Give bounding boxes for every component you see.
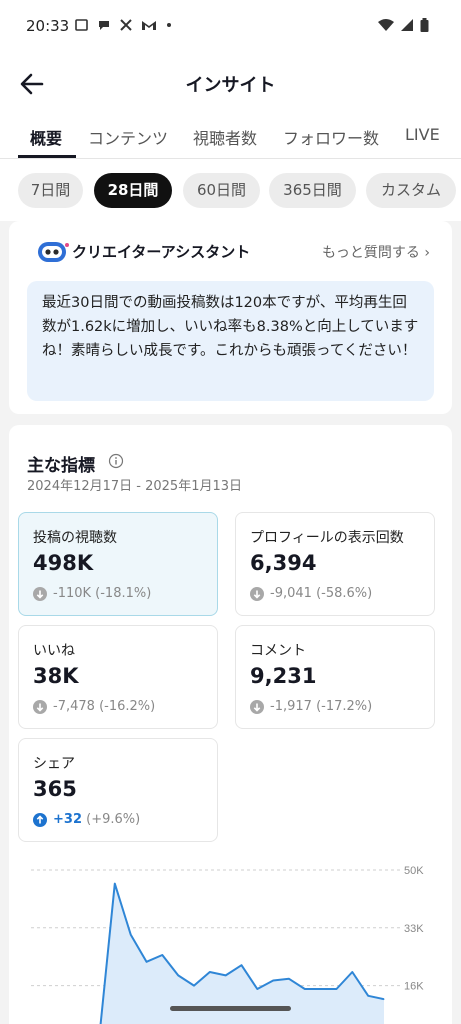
metric-label: コメント [250,643,306,659]
ask-more-link[interactable]: もっと質問する › [322,242,430,262]
active-tab-indicator [18,155,76,158]
metric-value: 9,231 [250,664,317,688]
info-icon[interactable] [108,453,124,469]
arrow-down-circle-icon [250,586,264,601]
chart-point [320,988,322,990]
metric-value: 365 [33,777,77,801]
chart-point [383,998,385,1000]
chart-point [209,971,211,973]
tab-followers[interactable]: フォロワー数 [283,125,379,149]
metric-label: プロフィールの表示回数 [250,530,404,546]
chart-point [114,883,116,885]
dot-icon [167,23,171,27]
metrics-title: 主な指標 [27,456,95,476]
metric-change: -110K (-18.1%) [33,586,151,601]
metrics-date-range: 2024年12月17日 - 2025年1月13日 [27,479,243,494]
metric-percent: (+9.6%) [86,812,141,827]
metric-delta: -9,041 [270,586,312,601]
metric-likes[interactable]: いいね 38K -7,478 (-16.2%) [18,625,218,729]
metric-value: 6,394 [250,551,317,575]
metric-percent: (-17.2%) [316,699,373,714]
chart-point [225,974,227,976]
signal-icon [401,19,413,31]
status-time: 20:33 [26,17,70,35]
chart-y-tick-label: 33K [404,923,424,935]
arrow-down-circle-icon [33,699,47,714]
metric-shares[interactable]: シェア 365 +32 (+9.6%) [18,738,218,842]
metric-label: 投稿の視聴数 [33,530,117,546]
metric-delta: -7,478 [53,699,95,714]
chart-point [304,988,306,990]
mail-icon [142,21,156,30]
metric-comments[interactable]: コメント 9,231 -1,917 (-17.2%) [235,625,435,729]
views-chart-svg: 50K 33K 16K [31,865,424,1024]
assistant-robot-icon [38,242,69,262]
key-metrics-card: 主な指標 2024年12月17日 - 2025年1月13日 投稿の視聴数 498… [9,425,452,1024]
range-7-days[interactable]: 7日間 [18,173,83,208]
tab-overview[interactable]: 概要 [30,125,62,149]
chart-y-tick-label: 50K [404,865,424,877]
status-bar: 20:33 [0,0,461,54]
chart-point [193,985,195,987]
arrow-up-circle-icon [33,812,47,827]
metric-value: 38K [33,664,79,688]
metric-percent: (-16.2%) [99,699,156,714]
top-bar: インサイト [0,54,461,114]
wifi-icon [378,19,394,31]
metric-delta: -110K [53,586,92,601]
date-range-selector: 7日間 28日間 60日間 365日間 カスタム [0,159,461,221]
chat-bubble-icon [99,21,109,30]
tab-live[interactable]: LIVE [405,125,440,144]
assistant-title: クリエイターアシスタント [72,243,251,261]
arrow-down-circle-icon [250,699,264,714]
x-logo-icon [120,19,132,31]
metric-delta: +32 [53,812,82,827]
metric-delta: -1,917 [270,699,312,714]
tab-content[interactable]: コンテンツ [88,125,168,149]
chart-point [288,978,290,980]
chart-y-tick-label: 16K [404,981,424,993]
tab-viewers[interactable]: 視聴者数 [193,125,257,149]
metric-percent: (-58.6%) [316,586,373,601]
views-chart: 50K 33K 16K [9,855,452,1024]
page-title: インサイト [185,75,276,96]
metric-label: いいね [33,643,75,659]
chart-point [367,995,369,997]
range-28-days[interactable]: 28日間 [94,173,172,208]
arrow-down-circle-icon [33,586,47,601]
creator-assistant-card: クリエイターアシスタント もっと質問する › 最近30日間での動画投稿数は120… [9,221,452,414]
chart-point [256,988,258,990]
chart-point [177,974,179,976]
chart-point [241,964,242,966]
chart-point [351,971,353,973]
metric-change: -1,917 (-17.2%) [250,699,372,714]
metric-change: +32 (+9.6%) [33,812,140,827]
metric-change: -9,041 (-58.6%) [250,586,372,601]
chart-point [161,954,163,956]
range-365-days[interactable]: 365日間 [269,173,356,208]
range-custom[interactable]: カスタム [366,173,456,208]
metric-value: 498K [33,551,94,575]
metric-label: シェア [33,756,75,772]
range-60-days[interactable]: 60日間 [183,173,260,208]
chart-point [146,961,147,963]
chart-point [272,980,274,981]
metric-post-views[interactable]: 投稿の視聴数 498K -110K (-18.1%) [18,512,218,616]
chart-point [130,934,132,936]
metric-change: -7,478 (-16.2%) [33,699,155,714]
assistant-message: 最近30日間での動画投稿数は120本ですが、平均再生回数が1.62kに増加し、い… [27,281,434,401]
metric-percent: (-18.1%) [95,586,152,601]
home-indicator[interactable] [170,1006,291,1011]
metric-profile-views[interactable]: プロフィールの表示回数 6,394 -9,041 (-58.6%) [235,512,435,616]
tabs-bar: 概要 コンテンツ 視聴者数 フォロワー数 LIVE [0,114,461,159]
battery-icon [420,18,429,32]
screen-icon [75,19,88,31]
chart-point [336,988,337,990]
